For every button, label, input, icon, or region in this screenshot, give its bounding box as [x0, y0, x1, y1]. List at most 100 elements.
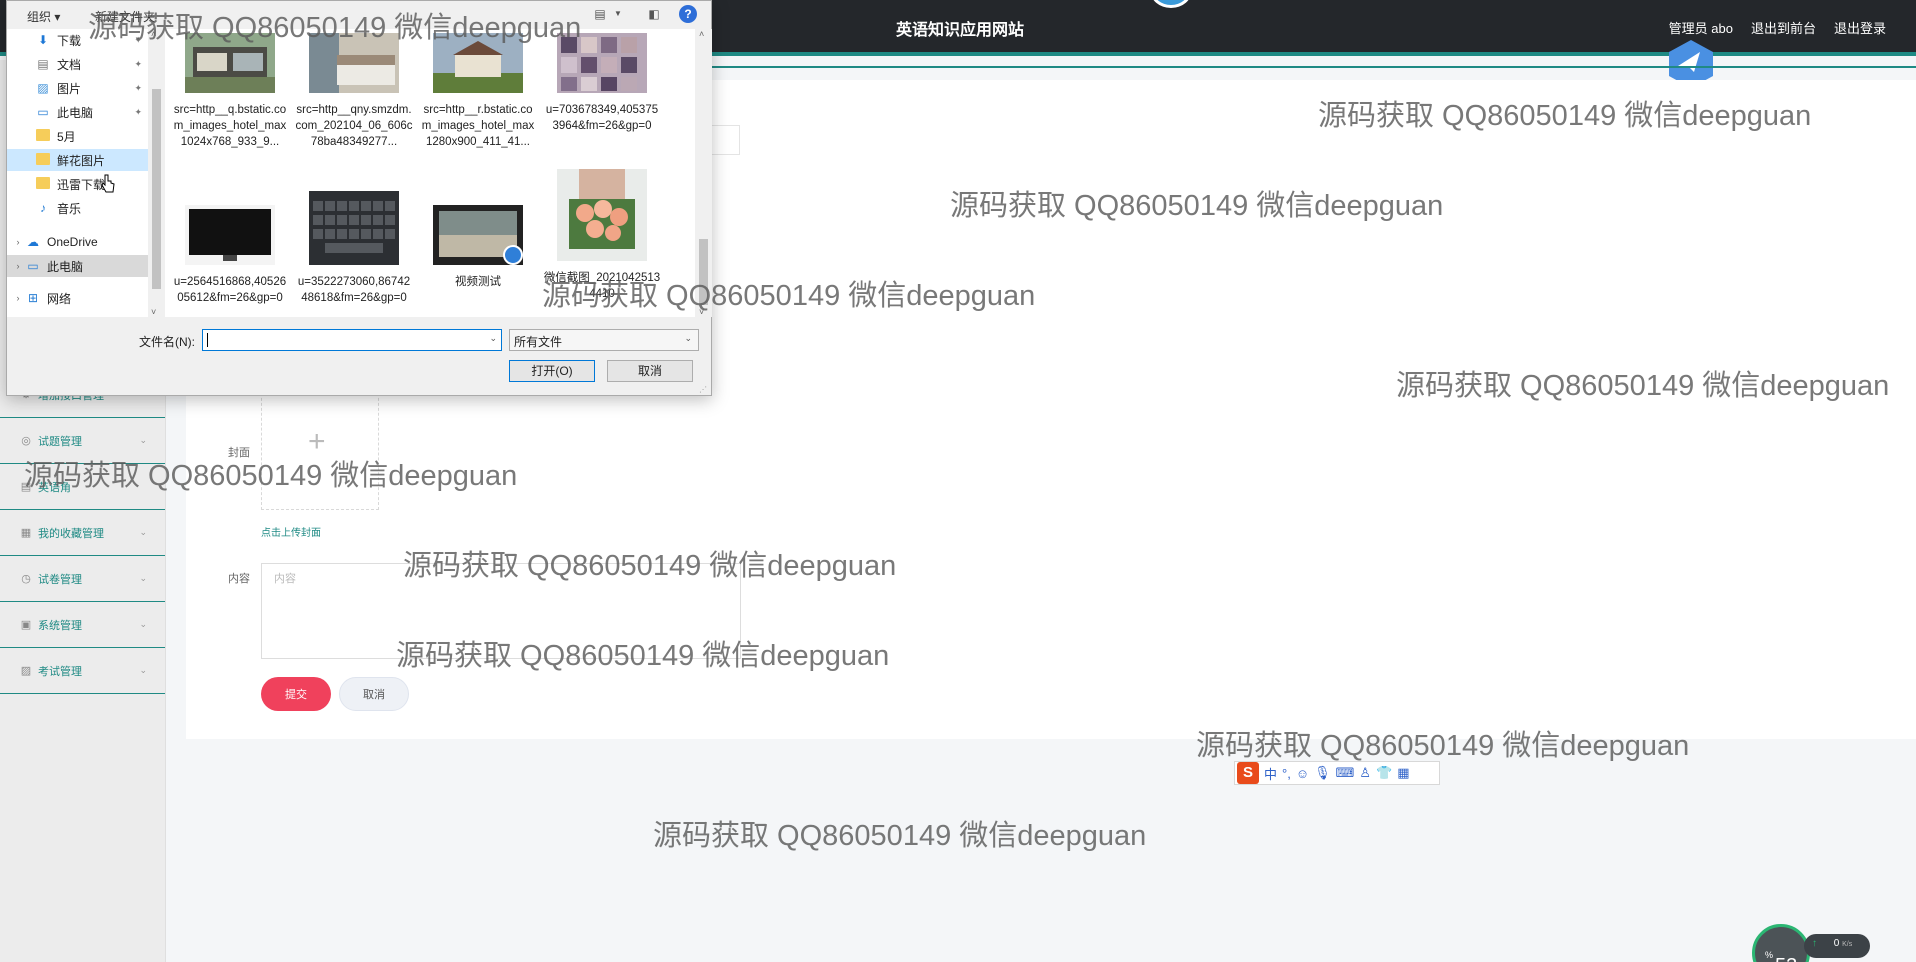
speed-gauge[interactable]: 53%	[1752, 924, 1810, 962]
front-page-link[interactable]: 退出到前台	[1751, 18, 1816, 37]
sogou-logo-icon[interactable]: S	[1237, 762, 1259, 784]
file-name: src=http__r.bstatic.com_images_hotel_max…	[421, 104, 535, 148]
sidebar-item-papers[interactable]: ◷ 试卷管理 ⌄	[0, 556, 165, 602]
chevron-right-icon[interactable]: ›	[11, 237, 25, 247]
network-icon: ⊞	[27, 291, 39, 305]
nav-item-this-pc-quick[interactable]: ▭ 此电脑 ✦	[7, 101, 148, 123]
nav-item-pictures[interactable]: ▨ 图片 ✦	[7, 77, 148, 99]
book-icon: ▤	[20, 480, 32, 493]
keyboard-icon[interactable]: ⌨	[1336, 765, 1355, 781]
logo-icon	[1150, 0, 1192, 8]
nav-item-network[interactable]: › ⊞ 网络	[7, 287, 148, 309]
nav-item-documents[interactable]: ▤ 文档 ✦	[7, 53, 148, 75]
file-scroll-thumb[interactable]	[699, 239, 708, 305]
file-item[interactable]: 微信截图_20210425134410	[543, 169, 661, 302]
nav-item-music[interactable]: ♪ 音乐	[7, 197, 148, 219]
sidebar-item-english-corner[interactable]: ▤ 英语角	[0, 464, 165, 510]
preview-pane-icon[interactable]: ◧	[645, 6, 663, 22]
video-thumbnail	[433, 205, 523, 265]
new-folder-button[interactable]: 新建文件夹	[95, 8, 155, 25]
toolbox-icon[interactable]: ▦	[1397, 765, 1409, 781]
nav-item-label: 网络	[47, 291, 72, 306]
sidebar-item-label: 考试管理	[38, 665, 82, 678]
file-list-pane: src=http__q.bstatic.com_images_hotel_max…	[165, 29, 695, 317]
nav-item-label: 图片	[57, 81, 82, 96]
chevron-down-icon[interactable]: ⌄	[489, 333, 497, 344]
file-name: u=3522273060,8674248618&fm=26&gp=0	[297, 276, 411, 304]
cloud-icon: ☁	[27, 235, 39, 249]
view-icon[interactable]: ▤	[591, 6, 609, 22]
sidebar-item-questions[interactable]: ◎ 试题管理 ⌄	[0, 418, 165, 464]
settings-icon: ▣	[20, 618, 32, 631]
sidebar-item-favorites[interactable]: ▦ 我的收藏管理 ⌄	[0, 510, 165, 556]
nav-item-label: 音乐	[57, 201, 82, 216]
nav-item-onedrive[interactable]: › ☁ OneDrive	[7, 231, 148, 253]
nav-item-label: 鲜花图片	[57, 153, 106, 168]
folder-icon	[35, 153, 51, 167]
nav-item-flower-pictures[interactable]: 鲜花图片	[7, 149, 148, 171]
scroll-up-icon[interactable]: ˄	[151, 29, 156, 39]
keyboard-thumbnail	[309, 191, 399, 265]
cover-label: 封面	[228, 447, 250, 459]
open-button[interactable]: 打开(O)	[509, 360, 595, 382]
filename-input[interactable]: ⌄	[202, 329, 502, 351]
nav-item-label: OneDrive	[47, 235, 98, 249]
file-item[interactable]: u=2564516868,4052605612&fm=26&gp=0	[171, 205, 289, 306]
file-name: src=http__qny.smzdm.com_202104_06_606c78…	[295, 104, 413, 148]
scroll-down-icon[interactable]: ˅	[699, 307, 704, 317]
chevron-down-icon: ⌄	[139, 665, 147, 675]
sidebar-item-exams[interactable]: ▨ 考试管理 ⌄	[0, 648, 165, 694]
ime-punctuation[interactable]: °,	[1282, 766, 1291, 781]
resize-grip-icon[interactable]: ⋰	[699, 385, 707, 394]
nav-item-label: 此电脑	[47, 259, 84, 274]
cover-upload-area[interactable]: +	[261, 388, 379, 510]
chevron-down-icon: ⌄	[139, 527, 147, 537]
scroll-down-icon[interactable]: ˅	[151, 307, 156, 317]
organize-menu[interactable]: 组织 ▾	[27, 8, 60, 25]
nav-item-may[interactable]: 5月	[7, 125, 148, 147]
logout-link[interactable]: 退出登录	[1834, 18, 1886, 37]
filetype-select[interactable]: 所有文件 ⌄	[509, 329, 699, 351]
user-icon[interactable]: ♙	[1359, 765, 1371, 781]
scroll-up-icon[interactable]: ˄	[699, 29, 704, 39]
content-textarea[interactable]: 内容	[261, 563, 741, 659]
dialog-cancel-button[interactable]: 取消	[607, 360, 693, 382]
file-scrollbar[interactable]: ˄ ˅	[695, 29, 712, 317]
ime-mode[interactable]: 中	[1264, 764, 1277, 783]
network-rate-pill[interactable]: ↑ 0 K/s	[1804, 934, 1870, 958]
house-thumbnail	[185, 33, 275, 93]
chevron-down-icon: ⌄	[139, 619, 147, 629]
villa-thumbnail	[433, 33, 523, 93]
computer-icon: ▭	[37, 105, 49, 119]
speed-percent-unit: %	[1765, 950, 1774, 960]
file-name: 视频测试	[455, 276, 501, 288]
filetype-value: 所有文件	[514, 335, 563, 349]
nav-item-label: 此电脑	[57, 105, 94, 120]
cancel-button[interactable]: 取消	[339, 677, 409, 711]
file-item[interactable]: u=703678349,4053753964&fm=26&gp=0	[543, 33, 661, 134]
file-item[interactable]: src=http__qny.smzdm.com_202104_06_606c78…	[295, 33, 413, 150]
submit-button[interactable]: 提交	[261, 677, 331, 711]
star-icon: ▦	[20, 526, 32, 539]
chevron-right-icon[interactable]: ›	[11, 293, 25, 303]
chevron-right-icon[interactable]: ›	[11, 261, 25, 271]
file-item[interactable]: 视频测试	[419, 205, 537, 290]
file-item[interactable]: u=3522273060,8674248618&fm=26&gp=0	[295, 191, 413, 306]
skin-icon[interactable]: 👕	[1376, 765, 1392, 781]
nav-item-xunlei-downloads[interactable]: 迅雷下载	[7, 173, 148, 195]
microphone-icon[interactable]: 🎙	[1314, 765, 1331, 781]
nav-item-this-pc[interactable]: › ▭ 此电脑	[7, 255, 148, 277]
picture-icon: ▨	[37, 81, 49, 95]
folder-icon	[35, 177, 51, 191]
chevron-down-icon[interactable]: ▼	[609, 6, 627, 22]
sidebar-item-system[interactable]: ▣ 系统管理 ⌄	[0, 602, 165, 648]
nav-scroll-thumb[interactable]	[152, 89, 161, 289]
emoji-icon[interactable]: ☺	[1296, 766, 1309, 781]
file-name: u=2564516868,4052605612&fm=26&gp=0	[173, 276, 287, 304]
nav-item-label: 文档	[57, 57, 82, 72]
file-item[interactable]: src=http__r.bstatic.com_images_hotel_max…	[419, 33, 537, 150]
help-icon[interactable]: ?	[679, 5, 697, 23]
file-item[interactable]: src=http__q.bstatic.com_images_hotel_max…	[171, 33, 289, 150]
nav-item-downloads[interactable]: ⬇ 下载 ✦	[7, 29, 148, 51]
nav-scrollbar[interactable]: ˄ ˅	[148, 29, 165, 317]
